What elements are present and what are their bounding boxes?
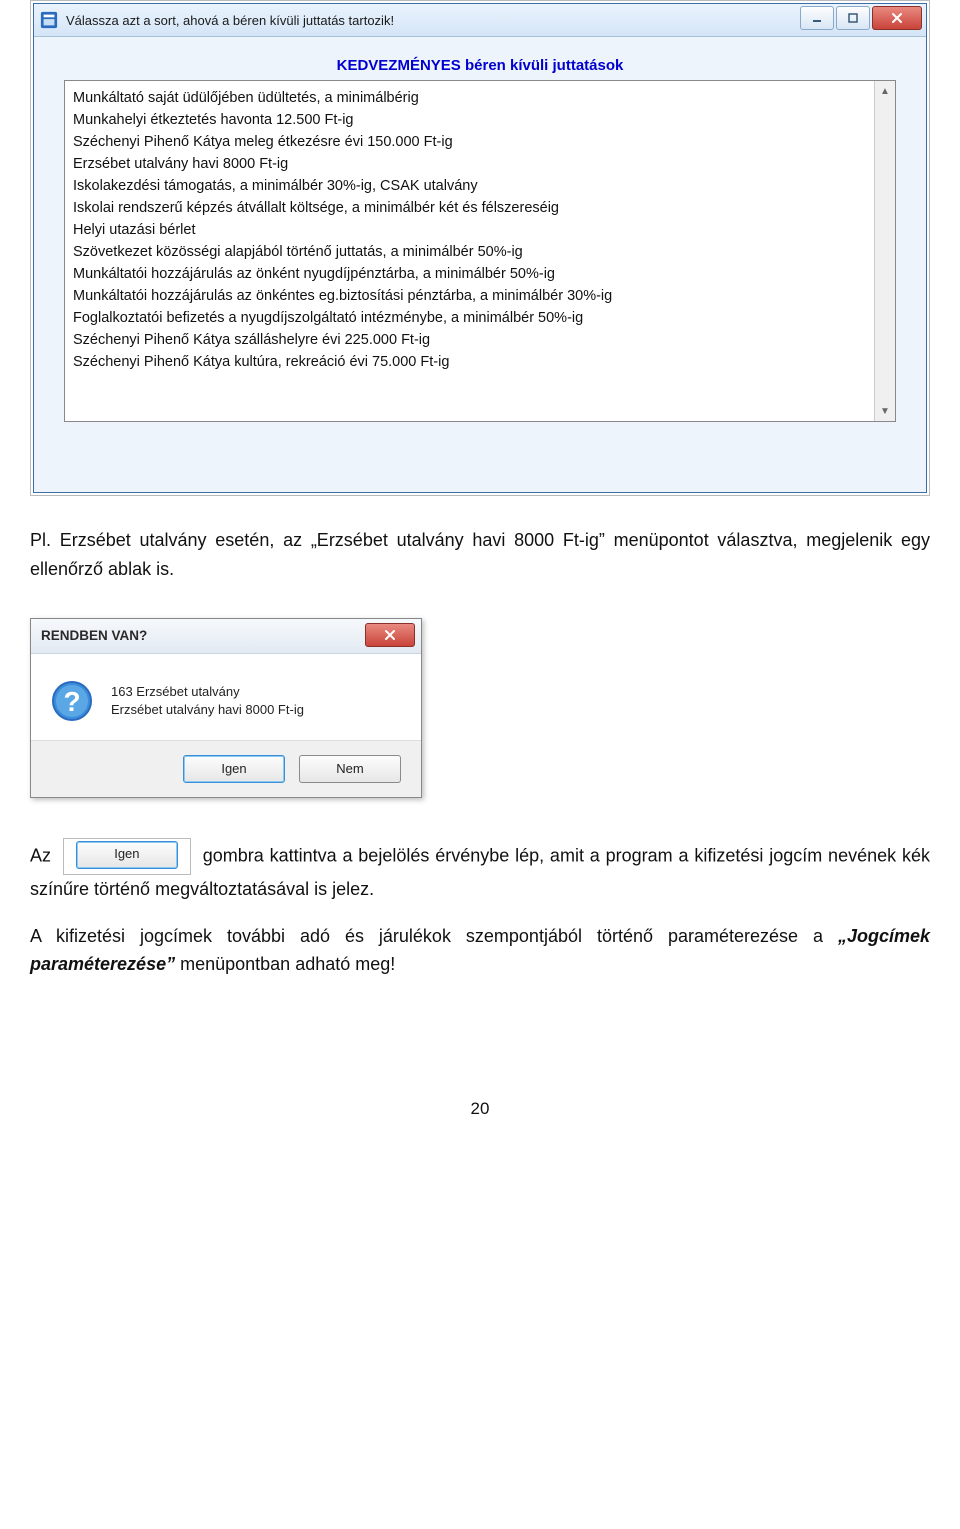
list-item[interactable]: Széchenyi Pihenő Kátya szálláshelyre évi… bbox=[73, 329, 867, 351]
minimize-button[interactable] bbox=[800, 6, 834, 30]
confirm-dialog-footer: Igen Nem bbox=[31, 740, 421, 797]
selector-window-title: Válassza azt a sort, ahová a béren kívül… bbox=[66, 13, 394, 28]
list-item[interactable]: Iskolakezdési támogatás, a minimálbér 30… bbox=[73, 175, 867, 197]
page-number: 20 bbox=[30, 1099, 930, 1119]
no-button[interactable]: Nem bbox=[299, 755, 401, 783]
selector-window-titlebar: Válassza azt a sort, ahová a béren kívül… bbox=[34, 4, 926, 37]
confirm-dialog: RENDBEN VAN? ? 163 Erzsébet utalvány Erz… bbox=[30, 618, 422, 798]
list-item[interactable]: Munkahelyi étkeztetés havonta 12.500 Ft-… bbox=[73, 109, 867, 131]
selector-window-frame: Válassza azt a sort, ahová a béren kívül… bbox=[30, 0, 930, 496]
list-item[interactable]: Munkáltató saját üdülőjében üdültetés, a… bbox=[73, 87, 867, 109]
paragraph-3: A kifizetési jogcímek további adó és jár… bbox=[30, 922, 930, 980]
list-item[interactable]: Munkáltatói hozzájárulás az önkéntes eg.… bbox=[73, 285, 867, 307]
scroll-up-icon[interactable]: ▲ bbox=[877, 83, 893, 99]
list-item[interactable]: Erzsébet utalvány havi 8000 Ft-ig bbox=[73, 153, 867, 175]
app-icon bbox=[40, 11, 58, 29]
selector-window: Válassza azt a sort, ahová a béren kívül… bbox=[33, 3, 927, 493]
list-item[interactable]: Helyi utazási bérlet bbox=[73, 219, 867, 241]
confirm-dialog-body: ? 163 Erzsébet utalvány Erzsébet utalván… bbox=[31, 654, 421, 740]
question-icon: ? bbox=[51, 680, 93, 722]
benefits-list-inner: Munkáltató saját üdülőjében üdültetés, a… bbox=[65, 81, 875, 421]
list-item[interactable]: Szövetkezet közösségi alapjából történő … bbox=[73, 241, 867, 263]
window-buttons bbox=[800, 6, 922, 30]
yes-button[interactable]: Igen bbox=[183, 755, 285, 783]
confirm-dialog-title: RENDBEN VAN? bbox=[41, 628, 147, 643]
confirm-message-line1: 163 Erzsébet utalvány bbox=[111, 683, 304, 701]
close-button[interactable] bbox=[872, 6, 922, 30]
scroll-down-icon[interactable]: ▼ bbox=[877, 403, 893, 419]
list-item[interactable]: Széchenyi Pihenő Kátya meleg étkezésre é… bbox=[73, 131, 867, 153]
list-item[interactable]: Foglalkoztatói befizetés a nyugdíjszolgá… bbox=[73, 307, 867, 329]
list-item[interactable]: Széchenyi Pihenő Kátya kultúra, rekreáci… bbox=[73, 351, 867, 373]
confirm-message-line2: Erzsébet utalvány havi 8000 Ft-ig bbox=[111, 701, 304, 719]
selector-window-body: KEDVEZMÉNYES béren kívüli juttatások Mun… bbox=[34, 37, 926, 492]
listbox-scrollbar[interactable]: ▲ ▼ bbox=[874, 81, 895, 421]
inline-yes-button: Igen bbox=[76, 841, 178, 869]
svg-text:?: ? bbox=[63, 686, 80, 717]
confirm-message: 163 Erzsébet utalvány Erzsébet utalvány … bbox=[111, 683, 304, 718]
list-item[interactable]: Munkáltatói hozzájárulás az önként nyugd… bbox=[73, 263, 867, 285]
confirm-close-button[interactable] bbox=[365, 623, 415, 647]
maximize-button[interactable] bbox=[836, 6, 870, 30]
paragraph-3-b: menüpontban adható meg! bbox=[175, 954, 395, 974]
inline-button-graphic: Igen bbox=[63, 838, 191, 875]
paragraph-1: Pl. Erzsébet utalvány esetén, az „Erzséb… bbox=[30, 526, 930, 584]
paragraph-2: Az Igen gombra kattintva a bejelölés érv… bbox=[30, 838, 930, 904]
list-header: KEDVEZMÉNYES béren kívüli juttatások bbox=[64, 49, 896, 80]
benefits-listbox[interactable]: Munkáltató saját üdülőjében üdültetés, a… bbox=[64, 80, 896, 422]
paragraph-2-prefix: Az bbox=[30, 845, 51, 865]
list-item[interactable]: Iskolai rendszerű képzés átvállalt költs… bbox=[73, 197, 867, 219]
confirm-dialog-titlebar: RENDBEN VAN? bbox=[31, 619, 421, 654]
paragraph-3-a: A kifizetési jogcímek további adó és jár… bbox=[30, 926, 838, 946]
